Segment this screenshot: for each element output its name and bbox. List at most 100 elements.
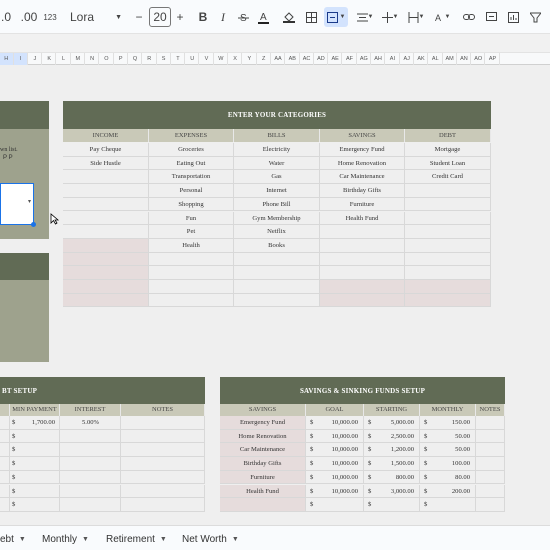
savings-name[interactable]: Birthday Gifts (220, 457, 306, 471)
debt-name-cell[interactable] (0, 498, 10, 512)
category-cell[interactable] (405, 197, 491, 212)
savings-value[interactable]: 10,000.00 (316, 430, 364, 444)
text-rotation-button[interactable]: A ▼ (431, 7, 453, 27)
column-header-o[interactable]: O (100, 53, 114, 65)
category-cell[interactable]: Eating Out (149, 156, 234, 171)
category-cell[interactable]: Credit Card (405, 170, 491, 185)
strikethrough-button[interactable]: S (236, 7, 250, 27)
category-cell[interactable]: Emergency Fund (320, 143, 405, 157)
category-cell[interactable] (63, 293, 149, 308)
category-cell[interactable] (149, 293, 234, 308)
column-header-x[interactable]: X (229, 53, 243, 65)
savings-value[interactable]: 10,000.00 (316, 457, 364, 471)
column-header-u[interactable]: U (186, 53, 200, 65)
category-cell[interactable] (320, 238, 405, 253)
debt-name-cell[interactable] (0, 416, 10, 430)
column-header-l[interactable]: L (57, 53, 71, 65)
debt-min-payment[interactable]: 1,700.00 (20, 416, 60, 430)
decimal-increase-button[interactable]: .00 (20, 7, 38, 27)
savings-value[interactable] (430, 498, 476, 512)
debt-name-cell[interactable] (0, 443, 10, 458)
savings-value[interactable]: 1,200.00 (374, 443, 420, 458)
category-cell[interactable] (63, 266, 149, 280)
debt-notes[interactable] (121, 443, 205, 458)
category-cell[interactable]: Netflix (234, 225, 320, 239)
column-header-v[interactable]: V (200, 53, 214, 65)
column-header-ai[interactable]: AI (386, 53, 400, 65)
category-cell[interactable]: Water (234, 156, 320, 171)
category-cell[interactable]: Car Maintenance (320, 170, 405, 185)
savings-value[interactable]: 10,000.00 (316, 416, 364, 430)
selection-handle[interactable] (31, 222, 36, 227)
savings-notes[interactable] (476, 416, 505, 430)
column-header-n[interactable]: N (86, 53, 100, 65)
savings-value[interactable]: 50.00 (430, 443, 476, 458)
savings-value[interactable] (374, 498, 420, 512)
savings-value[interactable]: 10,000.00 (316, 443, 364, 458)
column-header-ao[interactable]: AO (472, 53, 486, 65)
category-cell[interactable]: Shopping (149, 197, 234, 212)
column-header-h[interactable]: H (0, 53, 14, 65)
category-cell[interactable] (149, 266, 234, 280)
category-cell[interactable]: Gym Membership (234, 211, 320, 226)
column-header-an[interactable]: AN (458, 53, 472, 65)
column-header-m[interactable]: M (72, 53, 86, 65)
category-cell[interactable] (320, 280, 405, 294)
column-header-q[interactable]: Q (129, 53, 143, 65)
sheet-tab[interactable]: Monthly ▼ (42, 531, 89, 547)
category-cell[interactable]: Electricity (234, 143, 320, 157)
category-cell[interactable] (63, 170, 149, 185)
column-header-r[interactable]: R (143, 53, 157, 65)
category-cell[interactable] (234, 280, 320, 294)
sheet-tab[interactable]: Net Worth ▼ (182, 531, 239, 547)
sheet-tab[interactable]: ebt ▼ (0, 531, 26, 547)
savings-value[interactable]: 100.00 (430, 457, 476, 471)
column-header-z[interactable]: Z (257, 53, 271, 65)
savings-value[interactable]: 2,500.00 (374, 430, 420, 444)
debt-notes[interactable] (121, 498, 205, 512)
savings-value[interactable]: 1,500.00 (374, 457, 420, 471)
column-header-ab[interactable]: AB (286, 53, 300, 65)
chevron-down-icon[interactable]: ▼ (19, 536, 26, 543)
savings-name[interactable] (220, 498, 306, 512)
insert-link-button[interactable] (462, 7, 476, 27)
category-cell[interactable] (405, 238, 491, 253)
debt-interest[interactable] (60, 429, 121, 444)
savings-notes[interactable] (476, 429, 505, 444)
debt-name-cell[interactable] (0, 484, 10, 499)
category-cell[interactable]: Furniture (320, 197, 405, 212)
debt-interest[interactable] (60, 457, 121, 471)
category-cell[interactable] (63, 280, 149, 294)
category-cell[interactable]: Groceries (149, 143, 234, 157)
debt-name-cell[interactable] (0, 429, 10, 444)
column-header-ag[interactable]: AG (358, 53, 372, 65)
column-header-ap[interactable]: AP (486, 53, 500, 65)
column-header-i[interactable]: I (14, 53, 28, 65)
category-cell[interactable] (149, 252, 234, 267)
column-header-ak[interactable]: AK (415, 53, 429, 65)
category-cell[interactable] (405, 211, 491, 226)
category-cell[interactable] (320, 225, 405, 239)
category-cell[interactable]: Health Fund (320, 211, 405, 226)
column-header-ah[interactable]: AH (372, 53, 386, 65)
category-cell[interactable]: Fun (149, 211, 234, 226)
savings-notes[interactable] (476, 470, 505, 485)
debt-interest[interactable] (60, 498, 121, 512)
debt-interest[interactable] (60, 470, 121, 485)
vertical-align-button[interactable]: ▼ (380, 7, 400, 27)
category-cell[interactable] (405, 252, 491, 267)
savings-notes[interactable] (476, 457, 505, 471)
category-cell[interactable] (63, 225, 149, 239)
savings-value[interactable]: 10,000.00 (316, 485, 364, 499)
spreadsheet-grid[interactable]: wn list. P P ▾ ENTER YOUR CATEGORIES BT … (0, 65, 550, 525)
category-cell[interactable]: Transportation (149, 170, 234, 185)
savings-notes[interactable] (476, 484, 505, 499)
debt-notes[interactable] (121, 416, 205, 430)
column-header-aj[interactable]: AJ (400, 53, 414, 65)
insert-comment-button[interactable] (484, 7, 498, 27)
category-cell[interactable] (320, 252, 405, 267)
category-cell[interactable] (320, 293, 405, 308)
savings-value[interactable]: 200.00 (430, 485, 476, 499)
debt-min-payment[interactable] (20, 443, 60, 458)
savings-value[interactable]: 50.00 (430, 430, 476, 444)
